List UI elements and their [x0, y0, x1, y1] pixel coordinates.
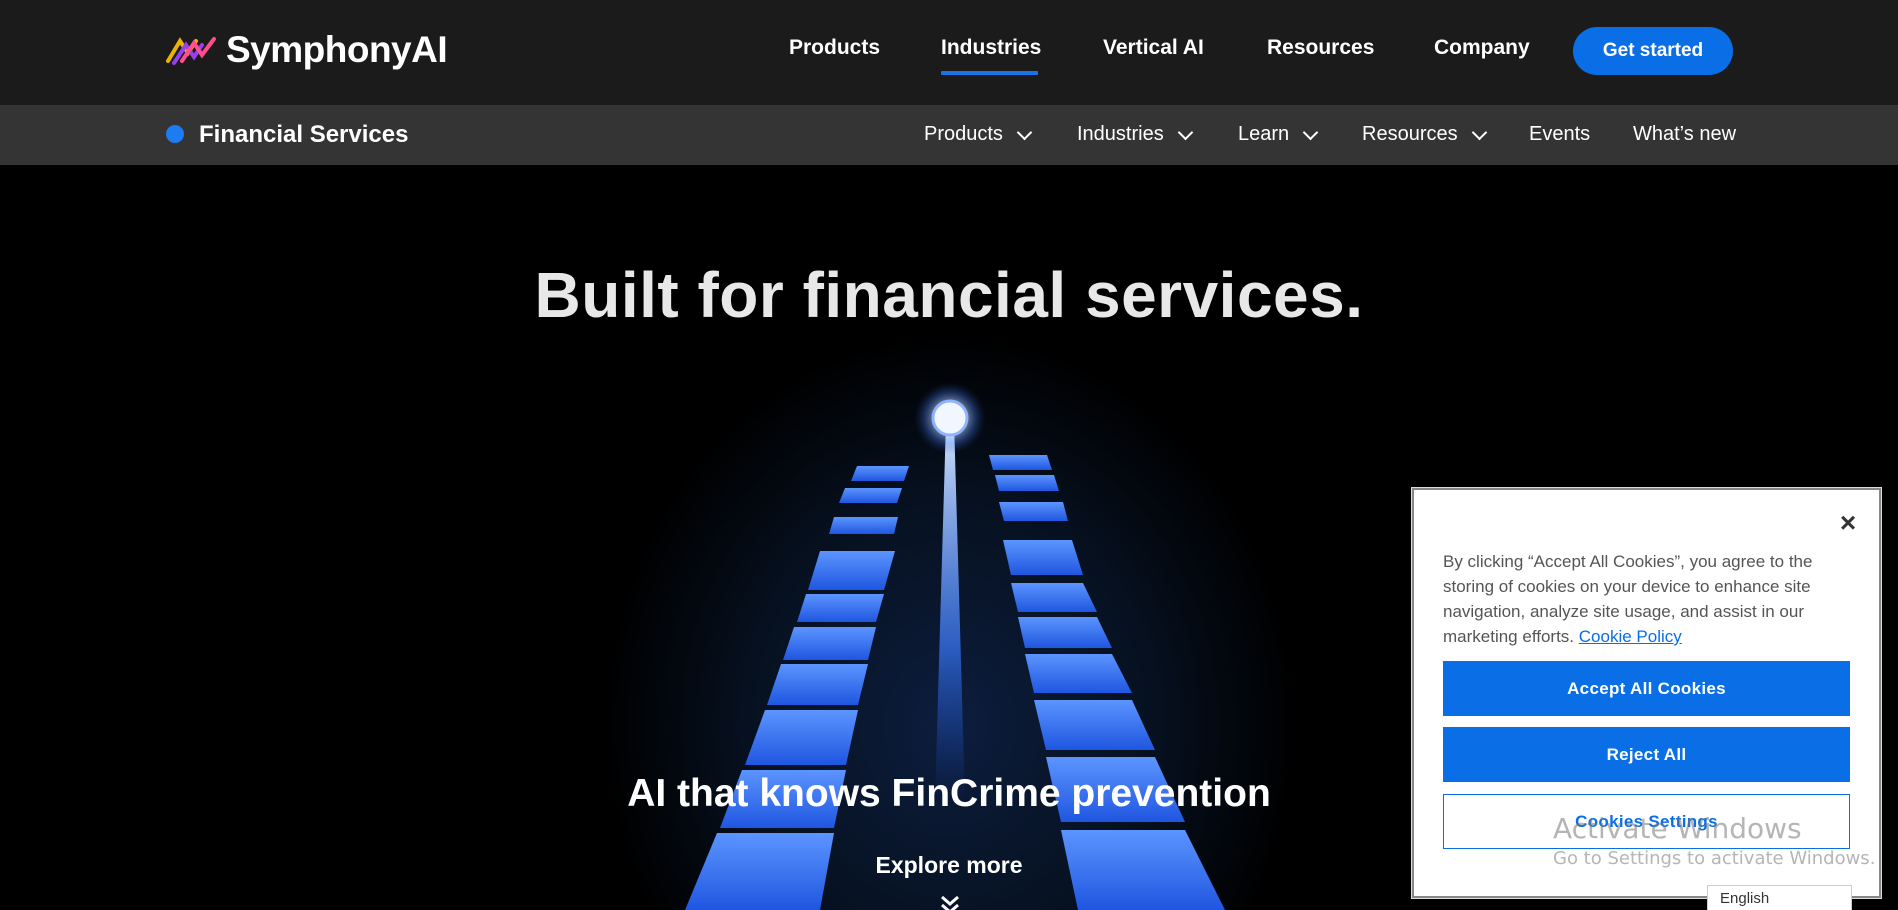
subnav-resources-label: Resources	[1362, 123, 1458, 145]
subnav-learn-label: Learn	[1238, 123, 1290, 145]
cookie-consent-text: By clicking “Accept All Cookies”, you ag…	[1443, 549, 1855, 649]
glowing-orb-core	[931, 399, 969, 437]
nav-industries[interactable]: Industries	[941, 36, 1041, 60]
subnav-whats-new-label: What’s new	[1633, 123, 1737, 145]
hero-title: Built for financial services.	[534, 259, 1364, 331]
chevron-down-icon	[1177, 124, 1193, 141]
subnav-resources[interactable]: Resources	[1362, 123, 1487, 146]
subnav-industries[interactable]: Industries	[1077, 123, 1193, 146]
subnav-industries-label: Industries	[1077, 123, 1164, 145]
subnav-products[interactable]: Products	[924, 123, 1033, 146]
get-started-button[interactable]: Get started	[1573, 27, 1733, 75]
language-selector[interactable]: English	[1707, 885, 1852, 910]
chevron-down-icon	[1302, 124, 1319, 141]
light-beam	[935, 420, 965, 800]
section-title[interactable]: Financial Services	[199, 121, 408, 149]
nav-company[interactable]: Company	[1434, 36, 1530, 60]
left-tile-column	[685, 466, 909, 910]
nav-active-indicator	[941, 71, 1038, 75]
os-activation-watermark-title: Activate Windows	[1553, 812, 1802, 845]
cookie-policy-link[interactable]: Cookie Policy	[1579, 627, 1682, 646]
nav-resources[interactable]: Resources	[1267, 36, 1374, 60]
subnav-events-label: Events	[1529, 123, 1591, 145]
nav-vertical-ai[interactable]: Vertical AI	[1103, 36, 1204, 60]
reject-all-button[interactable]: Reject All	[1443, 727, 1850, 782]
blue-dot-icon	[166, 125, 184, 143]
brand-logo[interactable]: SymphonyAI	[166, 29, 448, 71]
subnav-events[interactable]: Events	[1529, 123, 1590, 146]
top-navigation: SymphonyAI Products Industries Vertical …	[0, 0, 1898, 105]
brand-name: SymphonyAI	[226, 29, 448, 70]
nav-products[interactable]: Products	[789, 36, 880, 60]
subnav-learn[interactable]: Learn	[1238, 123, 1319, 146]
subnav-products-label: Products	[924, 123, 1003, 145]
double-chevron-down-icon[interactable]	[938, 893, 962, 910]
os-activation-watermark-text: Go to Settings to activate Windows.	[1553, 848, 1876, 869]
subnav-whats-new[interactable]: What’s new	[1633, 123, 1736, 146]
chevron-down-icon	[1471, 124, 1487, 141]
accept-all-cookies-button[interactable]: Accept All Cookies	[1443, 661, 1850, 716]
chevron-down-icon	[1016, 124, 1033, 141]
symphonyai-logo-icon	[166, 37, 216, 65]
close-icon[interactable]: ×	[1836, 509, 1860, 537]
right-tile-column	[989, 455, 1225, 910]
